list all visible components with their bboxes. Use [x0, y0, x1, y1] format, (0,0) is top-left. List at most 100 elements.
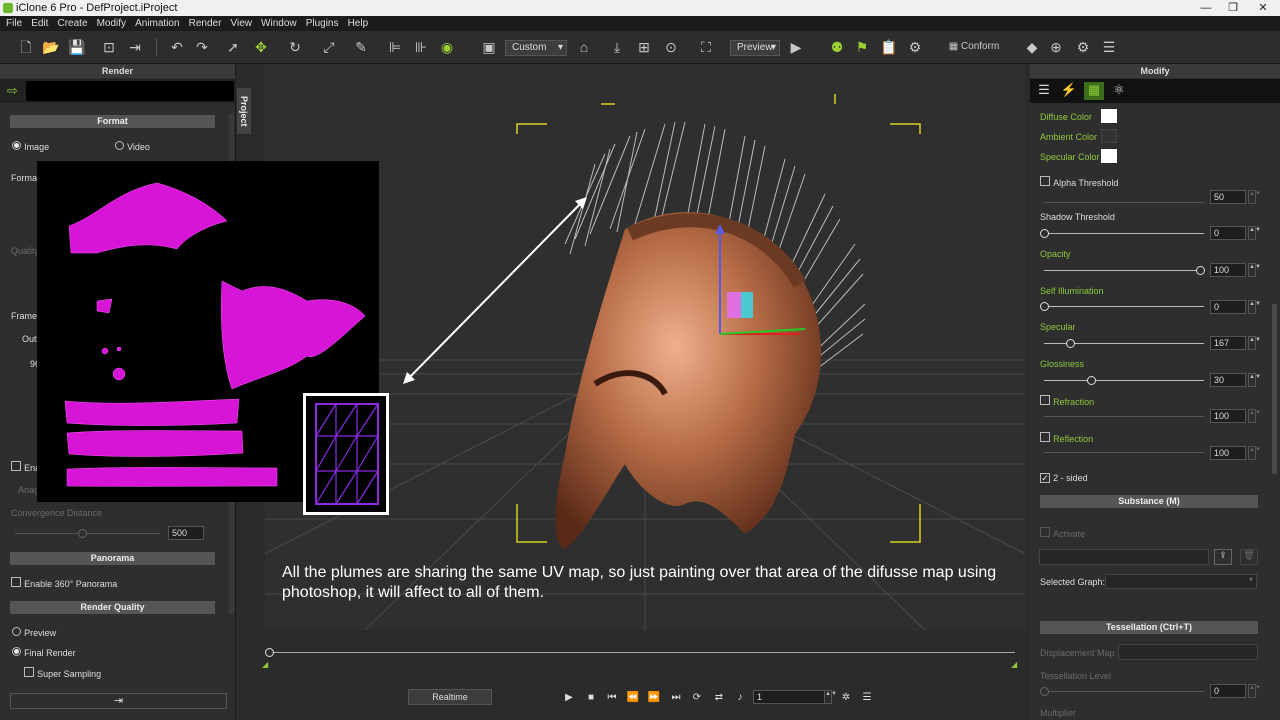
self-illumination-input[interactable]: 0	[1210, 300, 1246, 314]
render-quality-section-header[interactable]: Render Quality	[10, 601, 215, 614]
convergence-input[interactable]: 500	[168, 526, 204, 540]
specular-input[interactable]: 167	[1210, 336, 1246, 350]
camera-settings-icon[interactable]: ⚙	[1074, 38, 1092, 56]
character-icon[interactable]: ⚉	[828, 38, 846, 56]
tessellation-input[interactable]: 0	[1210, 684, 1246, 698]
visibility-eye-icon[interactable]: ◉	[438, 38, 456, 56]
frame-number-input[interactable]: 1	[753, 690, 825, 704]
end-marker-icon[interactable]: ◢	[1011, 660, 1017, 669]
displacement-map-field[interactable]	[1118, 644, 1258, 660]
zoom-box-icon[interactable]: ⊞	[635, 38, 653, 56]
shadow-slider[interactable]	[1044, 233, 1204, 234]
right-scrollbar[interactable]	[1272, 304, 1277, 474]
menu-file[interactable]: File	[6, 16, 22, 31]
shadow-input[interactable]: 0	[1210, 226, 1246, 240]
opacity-knob[interactable]	[1196, 266, 1205, 275]
format-section-header[interactable]: Format	[10, 115, 215, 128]
image-radio[interactable]: Image	[12, 141, 49, 153]
menu-create[interactable]: Create	[57, 16, 87, 31]
list-settings-icon[interactable]: ☰	[1100, 38, 1118, 56]
diffuse-color-swatch[interactable]	[1101, 109, 1117, 123]
self-illumination-slider[interactable]	[1044, 306, 1204, 307]
clipboard-icon[interactable]: 📋	[880, 38, 898, 56]
reflection-spin-icon[interactable]: ▲▼	[1248, 446, 1261, 460]
fast-forward-icon[interactable]: ⏩	[647, 691, 661, 705]
reflection-slider[interactable]	[1044, 452, 1204, 453]
flag-icon[interactable]: ⚑	[853, 38, 871, 56]
menu-plugins[interactable]: Plugins	[306, 16, 339, 31]
reflection-input[interactable]: 100	[1210, 446, 1246, 460]
preview-radio[interactable]: Preview	[12, 627, 56, 639]
glossiness-slider[interactable]	[1044, 380, 1204, 381]
save-icon[interactable]: 💾	[68, 38, 86, 56]
specular-color-swatch[interactable]	[1101, 149, 1117, 163]
panorama-checkbox[interactable]: Enable 360° Panorama	[11, 577, 117, 590]
video-radio[interactable]: Video	[115, 141, 150, 153]
self-illumination-spin-icon[interactable]: ▲▼	[1248, 300, 1261, 314]
specular-knob[interactable]	[1066, 339, 1075, 348]
maximize-button[interactable]: ❐	[1220, 0, 1246, 16]
minimize-button[interactable]: —	[1193, 0, 1219, 16]
stop-icon[interactable]: ■	[584, 691, 598, 705]
menu-animation[interactable]: Animation	[135, 16, 179, 31]
3d-viewport[interactable]	[265, 64, 1025, 630]
alpha-slider[interactable]	[1044, 202, 1204, 203]
undo-icon[interactable]: ↶	[168, 38, 186, 56]
realtime-button[interactable]: Realtime	[408, 689, 492, 705]
timeline-panel-icon[interactable]: ☰	[860, 691, 874, 705]
render-button[interactable]: ⇥	[10, 693, 227, 709]
glossiness-knob[interactable]	[1087, 376, 1096, 385]
physics-atom-icon[interactable]: ⚛	[1109, 82, 1129, 100]
video-camera-icon[interactable]: ▶	[787, 38, 805, 56]
align-center-icon[interactable]: ⊪	[412, 38, 430, 56]
rotate-icon[interactable]: ↻	[286, 38, 304, 56]
menu-modify[interactable]: Modify	[97, 16, 126, 31]
previous-frame-icon[interactable]: ⏮	[605, 691, 619, 705]
final-render-radio[interactable]: Final Render	[12, 647, 76, 659]
menu-render[interactable]: Render	[189, 16, 222, 31]
menu-edit[interactable]: Edit	[31, 16, 48, 31]
start-marker-icon[interactable]: ◢	[262, 660, 268, 669]
super-sampling-checkbox[interactable]: Super Sampling	[24, 667, 101, 680]
material-checker-icon[interactable]: ▦	[1084, 82, 1104, 100]
rewind-icon[interactable]: ⏪	[626, 691, 640, 705]
self-illumination-knob[interactable]	[1040, 302, 1049, 311]
camera-dropdown[interactable]: Custom ▾	[505, 40, 567, 56]
shadow-knob[interactable]	[1040, 229, 1049, 238]
opacity-input[interactable]: 100	[1210, 263, 1246, 277]
menu-view[interactable]: View	[230, 16, 252, 31]
glossiness-spin-icon[interactable]: ▲▼	[1248, 373, 1261, 387]
alpha-spin-icon[interactable]: ▲▼	[1248, 190, 1261, 204]
scale-icon[interactable]: ⤢	[320, 38, 338, 56]
search-zoom-icon[interactable]: ⊕	[1047, 38, 1065, 56]
timeline-playhead[interactable]	[265, 648, 274, 657]
next-frame-icon[interactable]: ⏭	[669, 691, 683, 705]
refraction-input[interactable]: 100	[1210, 409, 1246, 423]
export-icon[interactable]: ⇥	[126, 38, 144, 56]
substance-section-header[interactable]: Substance (M)	[1040, 495, 1258, 508]
timeline-track[interactable]	[269, 652, 1015, 653]
delete-substance-icon[interactable]: 🗑	[1240, 549, 1258, 565]
open-folder-icon[interactable]: 📂	[42, 38, 60, 56]
convergence-knob[interactable]	[78, 529, 87, 538]
settings-gear-icon[interactable]: ✲	[839, 691, 853, 705]
import-icon[interactable]: ⊡	[100, 38, 118, 56]
alpha-threshold-checkbox[interactable]: Alpha Threshold	[1040, 176, 1118, 189]
play-icon[interactable]: ▶	[562, 691, 576, 705]
ambient-color-swatch[interactable]	[1101, 129, 1117, 143]
close-button[interactable]: ✕	[1250, 0, 1276, 16]
tessellation-slider[interactable]	[1044, 691, 1204, 692]
reflection-checkbox[interactable]: Reflection	[1040, 432, 1093, 445]
move-icon[interactable]: ✥	[252, 38, 270, 56]
substance-path-field[interactable]	[1039, 549, 1209, 565]
load-substance-icon[interactable]: ⇪	[1214, 549, 1232, 565]
loop-icon[interactable]: ⟳	[690, 691, 704, 705]
anaglyph-dropdown[interactable]: Anag	[18, 485, 39, 495]
alpha-input[interactable]: 50	[1210, 190, 1246, 204]
tessellation-knob[interactable]	[1040, 687, 1049, 696]
align-left-icon[interactable]: ⊫	[386, 38, 404, 56]
selected-graph-dropdown[interactable]: ▾	[1105, 574, 1257, 589]
opacity-slider[interactable]	[1044, 270, 1204, 271]
new-file-icon[interactable]: 🗋	[17, 38, 35, 56]
frame-selected-icon[interactable]: ⛶	[697, 38, 715, 56]
